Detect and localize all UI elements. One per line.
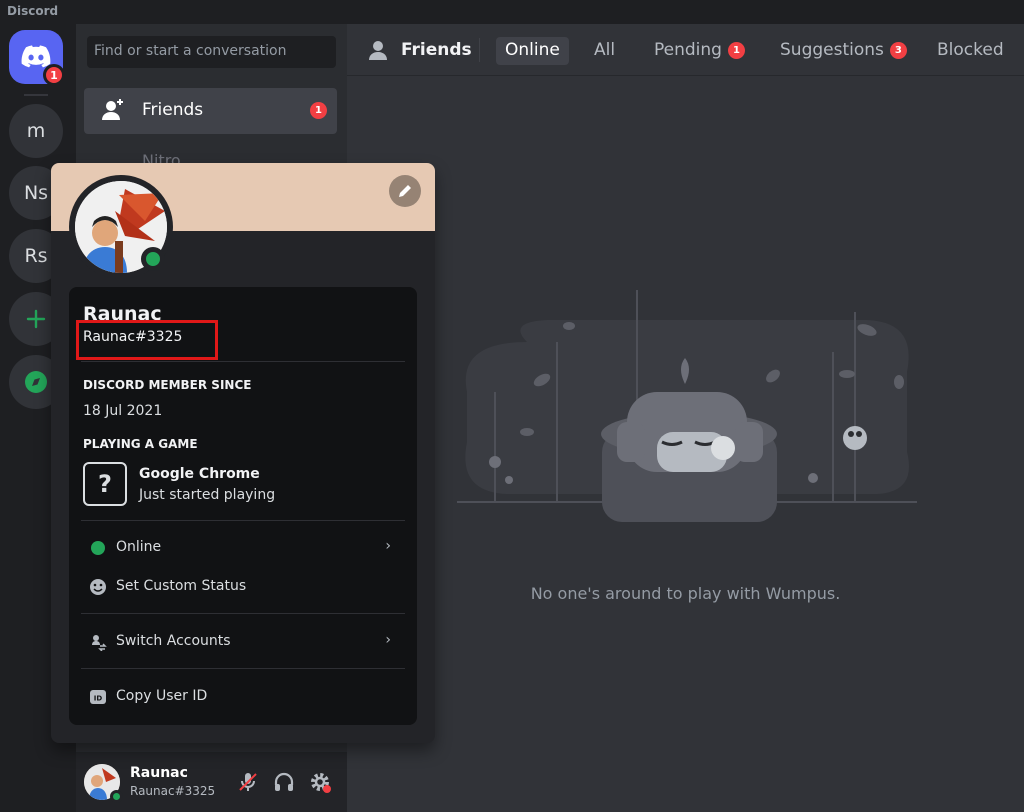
divider (81, 520, 405, 521)
tab-online[interactable]: Online (496, 37, 569, 65)
user-panel: Raunac Raunac#3325 (76, 752, 347, 812)
settings-gear-icon[interactable] (308, 770, 332, 794)
menu-label: Copy User ID (116, 688, 208, 704)
friends-badge: 1 (310, 102, 327, 119)
edit-profile-button[interactable] (389, 175, 421, 207)
app-title: Discord (7, 4, 59, 18)
activity-heading: PLAYING A GAME (83, 437, 198, 451)
plus-icon (26, 309, 46, 329)
chevron-right-icon: › (385, 538, 391, 554)
title-bar: Discord (0, 0, 1024, 24)
game-icon: ? (83, 462, 127, 506)
red-highlight-box (76, 320, 218, 360)
server-m[interactable]: m (9, 104, 63, 158)
pencil-icon (399, 185, 411, 197)
server-label: m (26, 120, 46, 142)
friends-icon (369, 41, 387, 60)
id-badge-icon: ID (90, 690, 106, 704)
user-tag: Raunac#3325 (130, 784, 216, 798)
profile-card: Raunac Raunac#3325 DISCORD MEMBER SINCE … (69, 287, 417, 725)
copy-user-id-button[interactable]: ID Copy User ID (81, 680, 405, 714)
tab-label: Pending (654, 40, 722, 60)
tab-all[interactable]: All (585, 37, 624, 65)
server-separator (24, 94, 48, 96)
empty-state-text: No one's around to play with Wumpus. (530, 584, 841, 603)
menu-label: Online (116, 539, 162, 555)
tab-suggestions[interactable]: Suggestions 3 (771, 37, 916, 65)
sidebar-item-label: Friends (142, 100, 204, 120)
compass-icon (25, 371, 47, 393)
home-button[interactable]: 1 (9, 30, 65, 86)
sidebar-item-friends[interactable]: Friends 1 (84, 88, 337, 134)
divider (81, 668, 405, 669)
headphones-icon[interactable] (272, 770, 296, 794)
game-title: Google Chrome (139, 466, 260, 482)
online-dot-icon (91, 541, 105, 555)
menu-label: Switch Accounts (116, 633, 231, 649)
home-notification-badge: 1 (43, 64, 65, 86)
switch-accounts-button[interactable]: Switch Accounts › (81, 625, 405, 659)
online-status-dot (141, 247, 165, 271)
suggestions-badge: 3 (889, 42, 907, 59)
tab-pending[interactable]: Pending 1 (645, 37, 754, 65)
friends-header: Friends Online All Pending 1 Suggestions 3… (347, 24, 1024, 76)
switch-accounts-icon (92, 635, 107, 651)
tab-label: All (594, 40, 616, 60)
divider (81, 613, 405, 614)
online-status-dot (110, 790, 123, 803)
member-since-date: 18 Jul 2021 (83, 403, 163, 419)
page-title: Friends (401, 40, 472, 60)
set-custom-status-button[interactable]: Set Custom Status (81, 570, 405, 604)
tab-label: Online (505, 40, 560, 60)
search-input[interactable]: Find or start a conversation (87, 36, 336, 68)
svg-text:ID: ID (94, 695, 103, 703)
status-online-button[interactable]: Online › (81, 531, 405, 565)
game-status: Just started playing (139, 487, 276, 503)
divider (81, 361, 405, 362)
tab-label: Blocked (937, 40, 1004, 60)
tab-blocked[interactable]: Blocked (928, 37, 1013, 65)
main-content: Friends Online All Pending 1 Suggestions 3… (347, 24, 1024, 812)
chevron-right-icon: › (385, 632, 391, 648)
smiley-icon (90, 579, 106, 595)
wumpus-illustration (457, 290, 917, 522)
server-label: Rs (24, 245, 48, 267)
pending-badge: 1 (727, 42, 745, 59)
divider (479, 38, 480, 62)
tab-label: Suggestions (780, 40, 884, 60)
menu-label: Set Custom Status (116, 578, 247, 594)
friends-icon (102, 99, 123, 120)
member-since-heading: DISCORD MEMBER SINCE (83, 378, 252, 392)
mute-mic-icon[interactable] (236, 770, 260, 794)
user-name: Raunac (130, 765, 188, 781)
user-profile-popout: Raunac Raunac#3325 DISCORD MEMBER SINCE … (51, 163, 435, 743)
server-label: Ns (23, 182, 49, 204)
